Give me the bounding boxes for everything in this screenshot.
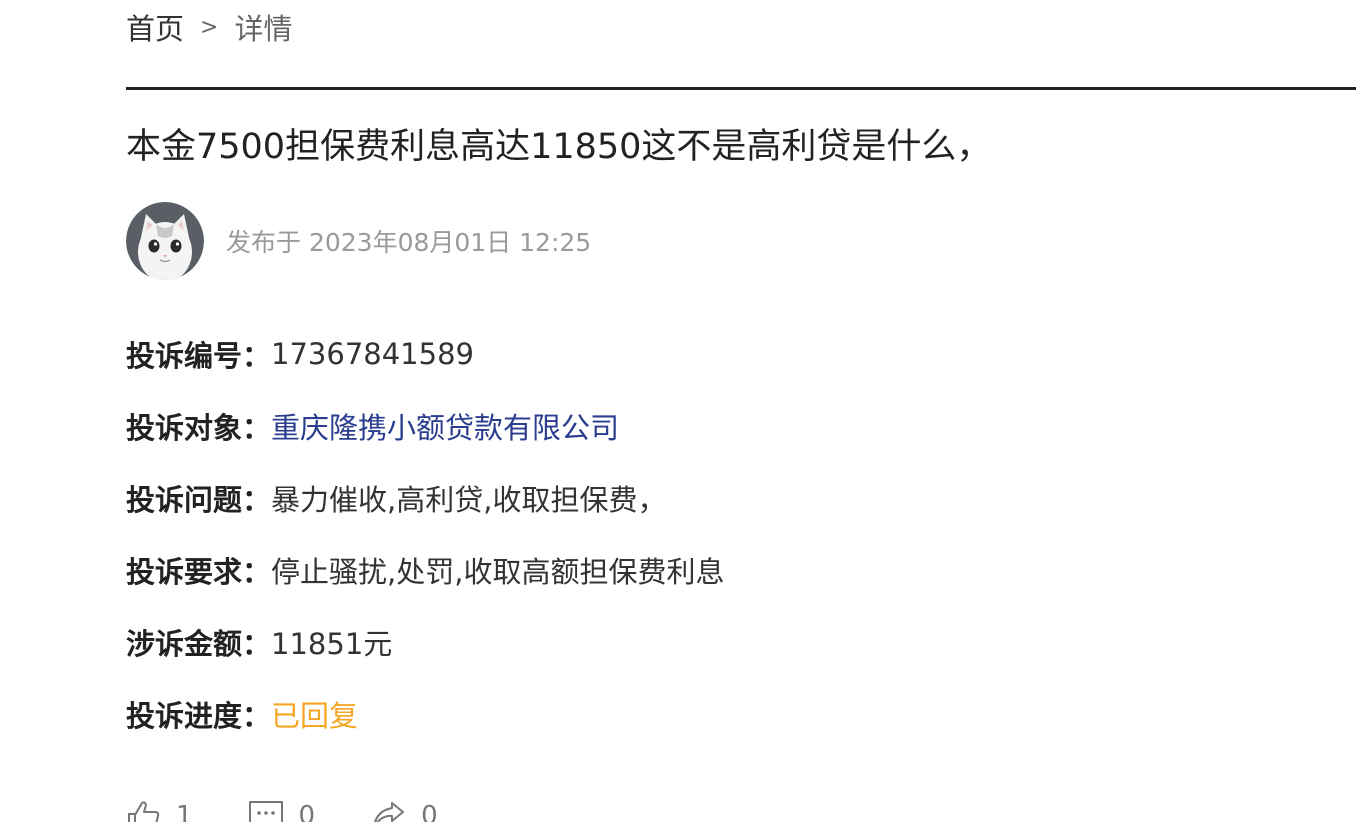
field-complaint-progress: 投诉进度： 已回复 <box>126 678 724 750</box>
breadcrumb-separator: > <box>200 14 219 40</box>
field-label: 投诉进度： <box>126 699 272 733</box>
breadcrumb: 首页 > 详情 <box>126 6 292 48</box>
field-label: 投诉对象： <box>126 411 272 445</box>
field-label: 涉诉金额： <box>126 627 272 661</box>
complaint-amount-value: 11851元 <box>271 627 393 661</box>
share-count: 0 <box>421 801 438 822</box>
thumbs-up-icon <box>128 801 160 822</box>
complaint-number-value: 17367841589 <box>271 337 474 371</box>
share-icon <box>374 802 405 822</box>
breadcrumb-home-link[interactable]: 首页 <box>126 6 184 48</box>
field-label: 投诉问题： <box>126 483 272 517</box>
publish-time: 发布于 2023年08月01日 12:25 <box>226 228 592 257</box>
cat-avatar-icon <box>126 202 204 280</box>
like-button[interactable]: 1 <box>126 799 193 822</box>
field-label: 投诉要求： <box>126 555 272 589</box>
field-complaint-number: 投诉编号： 17367841589 <box>126 318 724 390</box>
comment-button[interactable]: 0 <box>247 799 316 822</box>
comment-icon <box>248 801 283 822</box>
field-complaint-issue: 投诉问题： 暴力催收,高利贷,收取担保费， <box>126 462 724 534</box>
complaint-fields: 投诉编号： 17367841589 投诉对象： 重庆隆携小额贷款有限公司 投诉问… <box>126 318 724 750</box>
share-button[interactable]: 0 <box>369 799 438 822</box>
field-complaint-demand: 投诉要求： 停止骚扰,处罚,收取高额担保费利息 <box>126 534 724 606</box>
complaint-issue-value: 暴力催收,高利贷,收取担保费， <box>271 483 667 517</box>
status-badge: 已回复 <box>271 699 359 733</box>
page-title: 本金7500担保费利息高达11850这不是高利贷是什么， <box>126 127 992 167</box>
avatar[interactable] <box>126 202 204 280</box>
like-count: 1 <box>176 801 193 822</box>
complaint-demand-value: 停止骚扰,处罚,收取高额担保费利息 <box>271 555 725 589</box>
field-complaint-amount: 涉诉金额： 11851元 <box>126 606 724 678</box>
complaint-detail-page: 首页 > 详情 本金7500担保费利息高达11850这不是高利贷是什么， 发布于… <box>0 0 1356 822</box>
complaint-target-link[interactable]: 重庆隆携小额贷款有限公司 <box>271 405 619 447</box>
field-label: 投诉编号： <box>126 339 272 373</box>
breadcrumb-current: 详情 <box>234 12 293 46</box>
action-bar: 1 0 0 <box>126 796 492 822</box>
field-complaint-target: 投诉对象： 重庆隆携小额贷款有限公司 <box>126 390 724 462</box>
header-divider <box>126 87 1356 90</box>
comment-count: 0 <box>298 801 316 822</box>
author-row: 发布于 2023年08月01日 12:25 <box>126 202 591 280</box>
